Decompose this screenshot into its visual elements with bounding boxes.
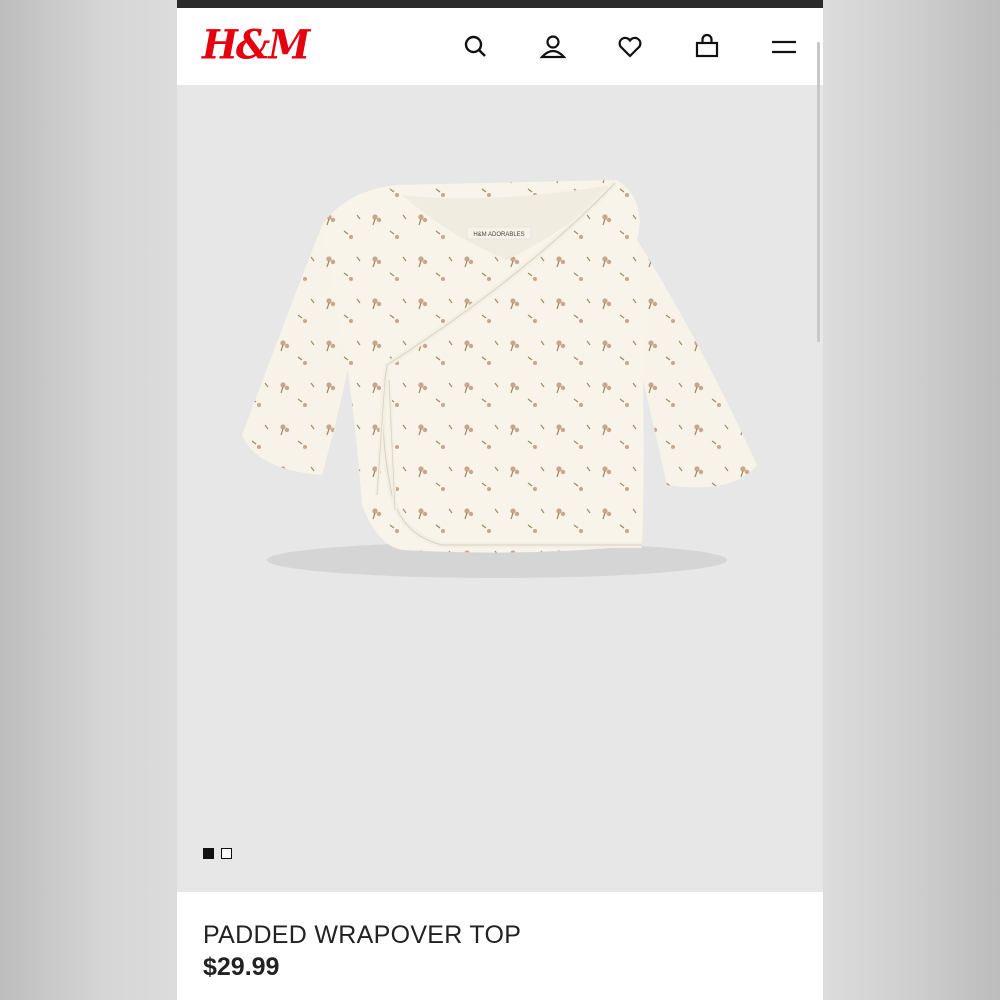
carousel-dot-1[interactable] — [203, 848, 214, 859]
mobile-screen: H&M H&M ADORABLES PADDED WRAPOVER TOP $2… — [177, 0, 823, 1000]
shopping-bag-icon[interactable] — [692, 32, 722, 62]
account-icon[interactable] — [538, 32, 568, 62]
menu-icon[interactable] — [769, 32, 799, 62]
product-info: PADDED WRAPOVER TOP $29.99 — [177, 892, 823, 1000]
carousel-dot-2[interactable] — [221, 848, 232, 859]
background-left — [0, 0, 177, 1000]
background-right — [823, 0, 1000, 1000]
scrollbar[interactable] — [817, 42, 820, 342]
product-image: H&M ADORABLES — [242, 180, 757, 578]
brand-logo[interactable]: H&M — [202, 21, 310, 68]
product-image-carousel[interactable]: H&M ADORABLES — [177, 85, 823, 892]
product-price: $29.99 — [203, 953, 280, 981]
site-header: H&M — [177, 8, 823, 85]
status-bar — [177, 0, 823, 8]
carousel-indicators — [203, 848, 232, 859]
search-icon[interactable] — [461, 32, 491, 62]
favorites-heart-icon[interactable] — [615, 32, 645, 62]
product-name[interactable]: PADDED WRAPOVER TOP — [203, 921, 521, 950]
garment-label: H&M ADORABLES — [473, 232, 524, 238]
